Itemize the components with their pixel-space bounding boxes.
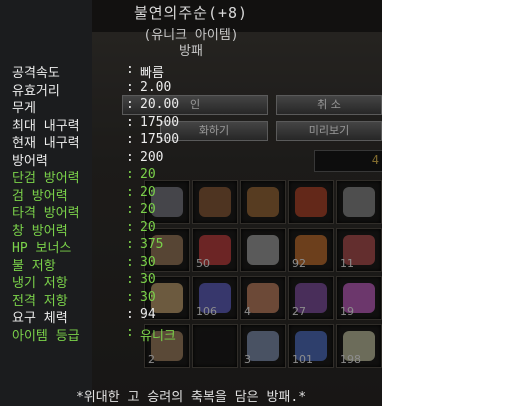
- stat-separator: :: [126, 185, 134, 200]
- stat-label: 냉기 저항: [12, 276, 68, 291]
- stat-value: 20: [140, 220, 156, 235]
- stat-separator: :: [126, 307, 134, 322]
- stat-label: HP 보너스: [12, 241, 72, 256]
- stat-value: 375: [140, 237, 164, 252]
- stat-label: 요구 체력: [12, 311, 68, 326]
- stat-value: 30: [140, 255, 156, 270]
- stat-value: 30: [140, 272, 156, 287]
- stat-separator: :: [126, 325, 134, 340]
- stat-value: 17500: [140, 132, 180, 147]
- stat-separator: :: [126, 97, 134, 112]
- stat-label: 공격속도: [12, 66, 60, 81]
- stat-value: 20: [140, 167, 156, 182]
- item-description: *위대한 고 승려의 축복을 담은 방패.*: [75, 390, 307, 405]
- stat-separator: :: [126, 62, 134, 77]
- stat-separator: :: [126, 115, 134, 130]
- stat-label: 타격 방어력: [12, 206, 80, 221]
- item-category: 방패: [179, 44, 203, 59]
- stat-value: 200: [140, 150, 164, 165]
- stat-separator: :: [126, 255, 134, 270]
- stat-separator: :: [126, 272, 134, 287]
- stat-value: 30: [140, 290, 156, 305]
- stat-separator: :: [126, 132, 134, 147]
- stat-label: 무게: [12, 101, 36, 116]
- stat-label: 단검 방어력: [12, 171, 80, 186]
- stat-separator: :: [126, 202, 134, 217]
- stat-value: 빠름: [140, 66, 164, 81]
- stat-value: 20.00: [140, 97, 180, 112]
- stat-label: 현재 내구력: [12, 136, 80, 151]
- item-tooltip: 불연의주순(+8) (유니크 아이템) 방패 공격속도: 빠름 유효거리:2.00 무…: [0, 0, 382, 406]
- item-name: 불연의주순(+8): [133, 4, 249, 22]
- stat-separator: :: [126, 290, 134, 305]
- stat-label: 아이템 등급: [12, 329, 80, 344]
- stat-separator: :: [126, 167, 134, 182]
- stat-value: 2.00: [140, 80, 172, 95]
- stat-value: 17500: [140, 115, 180, 130]
- stat-separator: :: [126, 150, 134, 165]
- stat-value: 유니크: [140, 329, 176, 344]
- stat-separator: :: [126, 220, 134, 235]
- stat-value: 20: [140, 185, 156, 200]
- stat-value: 94: [140, 307, 156, 322]
- stat-separator: :: [126, 80, 134, 95]
- stat-value: 20: [140, 202, 156, 217]
- stat-separator: :: [126, 237, 134, 252]
